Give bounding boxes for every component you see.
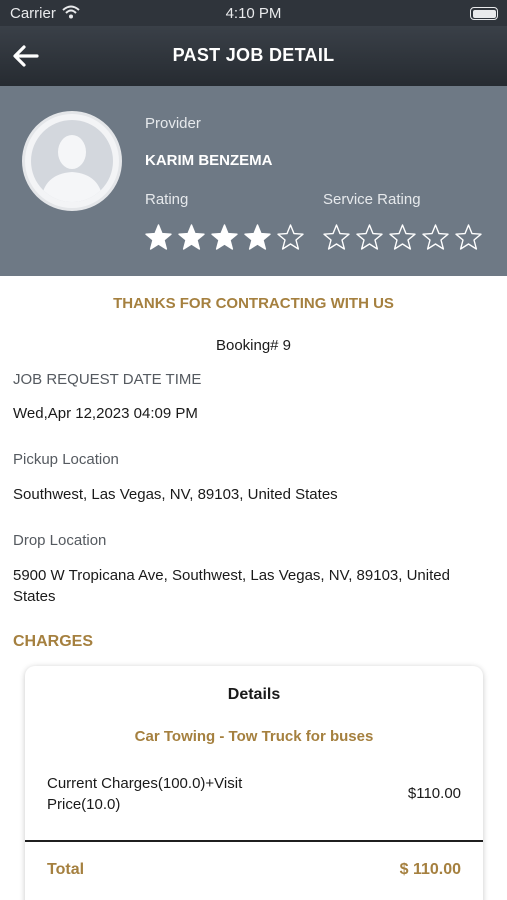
rating-label: Rating (145, 191, 189, 208)
thanks-heading: THANKS FOR CONTRACTING WITH US (113, 295, 394, 312)
service-rating-star-empty-icon (388, 223, 417, 252)
provider-panel: Provider KARIM BENZEMA Rating Service Ra… (0, 86, 507, 276)
charge-description: Current Charges(100.0)+Visit Price(10.0) (47, 775, 243, 813)
rating-star-empty-icon (276, 223, 305, 252)
provider-rating-stars (144, 223, 309, 253)
service-rating-star-empty-icon (322, 223, 351, 252)
clock: 4:10 PM (225, 5, 282, 22)
job-request-datetime-value: Wed,Apr 12,2023 04:09 PM (13, 405, 198, 422)
page-title: PAST JOB DETAIL (172, 45, 335, 65)
details-title: Details (227, 686, 281, 703)
rating-star-filled-icon (210, 223, 239, 252)
top-navigation-bar: PAST JOB DETAIL (0, 26, 507, 86)
service-rating-star-empty-icon (355, 223, 384, 252)
service-rating-label: Service Rating (323, 191, 421, 208)
job-request-datetime-label: JOB REQUEST DATE TIME (13, 371, 202, 388)
drop-location-value: 5900 W Tropicana Ave, Southwest, Las Veg… (13, 567, 450, 605)
provider-avatar (22, 111, 122, 211)
service-name: Car Towing - Tow Truck for buses (134, 728, 374, 745)
pickup-location-label: Pickup Location (13, 451, 119, 468)
total-label: Total (47, 861, 85, 878)
charge-amount: $110.00 (407, 785, 461, 802)
charges-card: Details Car Towing - Tow Truck for buses… (25, 666, 483, 900)
service-rating-stars (322, 223, 487, 253)
rating-star-filled-icon (243, 223, 272, 252)
service-rating-star-empty-icon (454, 223, 483, 252)
booking-number: Booking# 9 (215, 337, 292, 354)
total-value: $ 110.00 (399, 861, 461, 878)
provider-name: KARIM BENZEMA (145, 152, 273, 169)
user-placeholder-icon (41, 135, 103, 202)
provider-label: Provider (145, 115, 201, 132)
rating-star-filled-icon (144, 223, 173, 252)
divider (25, 840, 483, 842)
rating-star-filled-icon (177, 223, 206, 252)
charges-heading: CHARGES (13, 633, 94, 650)
status-bar: Carrier 4:10 PM (0, 0, 507, 26)
pickup-location-value: Southwest, Las Vegas, NV, 89103, United … (13, 486, 338, 503)
battery-icon (470, 7, 498, 20)
service-rating-star-empty-icon (421, 223, 450, 252)
drop-location-label: Drop Location (13, 532, 107, 549)
